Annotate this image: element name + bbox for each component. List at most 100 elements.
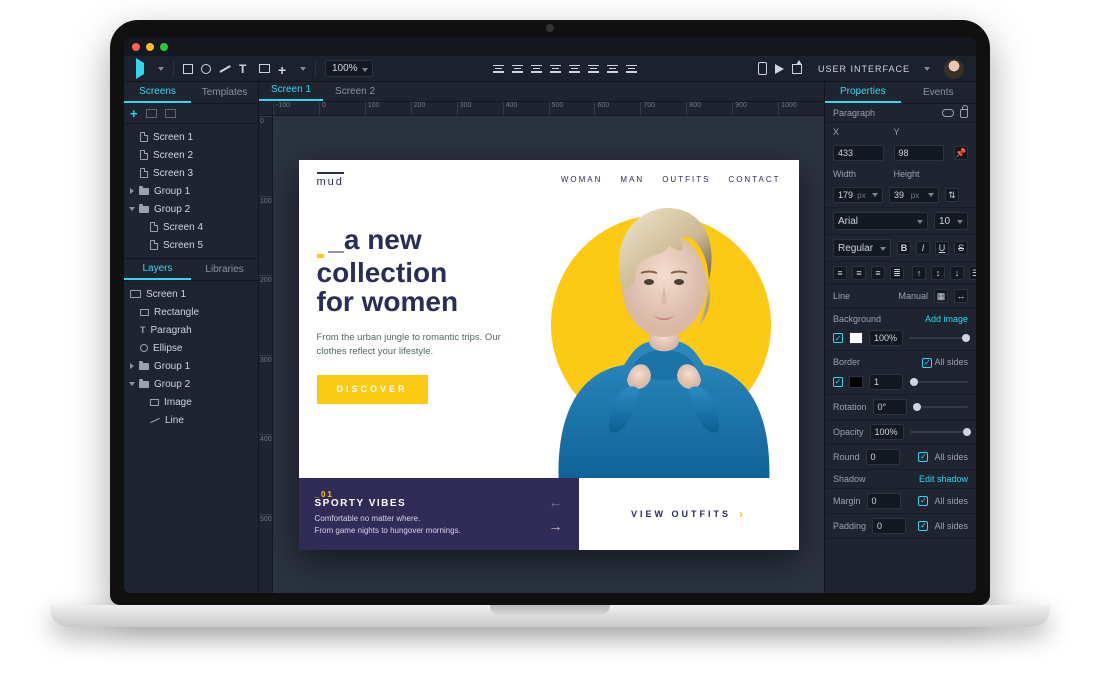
tab-events[interactable]: Events [901, 82, 977, 103]
font-size-select[interactable]: 10 [934, 212, 968, 230]
chevron-right-icon[interactable] [130, 363, 134, 369]
layer-item[interactable]: Line [124, 411, 258, 429]
layer-screen-root[interactable]: Screen 1 [124, 285, 258, 303]
y-input[interactable]: 98 [894, 145, 945, 161]
align-right-icon[interactable] [531, 64, 542, 74]
lock-icon[interactable] [960, 109, 968, 118]
chevron-down-icon[interactable] [129, 382, 135, 386]
zoom-select[interactable]: 100% [325, 60, 373, 77]
border-allsides-check[interactable]: ✓ [922, 358, 932, 368]
align-left-icon[interactable]: ≡ [833, 266, 847, 280]
image-tool-icon[interactable] [259, 64, 270, 73]
rotation-slider[interactable] [913, 406, 968, 408]
font-family-select[interactable]: Arial [833, 212, 928, 230]
bg-color-swatch[interactable] [849, 332, 863, 344]
padding-input[interactable]: 0 [872, 518, 906, 534]
bold-icon[interactable]: B [897, 241, 911, 255]
zoom-dot[interactable] [160, 43, 168, 51]
layer-group[interactable]: Group 1 [124, 357, 258, 375]
add-image-link[interactable]: Add image [925, 314, 968, 324]
align-right-icon[interactable]: ≡ [871, 266, 885, 280]
line-height-icon[interactable]: ▦ [934, 289, 948, 303]
ellipse-tool-icon[interactable] [201, 64, 211, 74]
border-width-input[interactable]: 1 [869, 374, 903, 390]
padding-allsides-check[interactable]: ✓ [918, 521, 928, 531]
tab-properties[interactable]: Properties [825, 82, 901, 103]
layer-group[interactable]: Group 2 [124, 375, 258, 393]
bg-opacity-input[interactable]: 100% [869, 330, 903, 346]
layer-item[interactable]: Rectangle [124, 303, 258, 321]
add-tool-icon[interactable]: + [278, 63, 290, 75]
edit-shadow-link[interactable]: Edit shadow [919, 474, 968, 484]
text-tool-icon[interactable]: T [239, 63, 251, 75]
layer-item[interactable]: Image [124, 393, 258, 411]
align-center-h-icon[interactable] [512, 64, 523, 74]
bg-opacity-slider[interactable] [909, 337, 968, 339]
align-center-icon[interactable]: ≡ [852, 266, 866, 280]
align-justify-icon[interactable]: ≣ [890, 266, 904, 280]
artboard[interactable]: mud WOMAN MAN OUTFITS CONTACT [299, 160, 799, 550]
line-tool-icon[interactable] [219, 65, 230, 72]
layer-item[interactable]: Ellipse [124, 339, 258, 357]
share-icon[interactable] [792, 64, 802, 74]
border-enable-check[interactable]: ✓ [833, 377, 843, 387]
letter-spacing-icon[interactable]: ↔ [954, 289, 968, 303]
tab-templates[interactable]: Templates [191, 82, 258, 103]
visibility-icon[interactable] [942, 109, 954, 117]
link-dimensions-icon[interactable]: ⇅ [945, 188, 959, 202]
opacity-input[interactable]: 100% [870, 424, 904, 440]
add-screen-icon[interactable]: + [130, 107, 138, 120]
font-weight-select[interactable]: Regular [833, 239, 891, 257]
close-dot[interactable] [132, 43, 140, 51]
screen-item[interactable]: Screen 5 [124, 236, 258, 254]
height-input[interactable]: 39px [889, 187, 939, 203]
rotation-input[interactable]: 0° [873, 399, 907, 415]
chevron-right-icon[interactable] [130, 188, 134, 194]
border-color-swatch[interactable] [849, 376, 863, 388]
user-avatar[interactable] [944, 59, 964, 79]
project-select[interactable]: USER INTERFACE [814, 64, 914, 74]
device-preview-icon[interactable] [758, 62, 767, 75]
valign-top-icon[interactable]: ↑ [912, 266, 926, 280]
round-allsides-check[interactable]: ✓ [918, 452, 928, 462]
distribute-h-icon[interactable] [607, 64, 618, 74]
x-input[interactable]: 433 [833, 145, 884, 161]
italic-icon[interactable]: I [916, 241, 930, 255]
underline-icon[interactable]: U [935, 241, 949, 255]
doc-tab-2[interactable]: Screen 2 [323, 82, 387, 101]
doc-tab-1[interactable]: Screen 1 [259, 80, 323, 101]
align-center-v-icon[interactable] [569, 64, 580, 74]
select-tool-icon[interactable] [136, 63, 148, 75]
duplicate-icon[interactable] [165, 109, 176, 118]
tab-libraries[interactable]: Libraries [191, 259, 258, 280]
screen-item[interactable]: Screen 4 [124, 218, 258, 236]
canvas-viewport[interactable]: mud WOMAN MAN OUTFITS CONTACT [273, 116, 824, 593]
margin-input[interactable]: 0 [867, 493, 901, 509]
tab-layers[interactable]: Layers [124, 259, 191, 280]
pin-icon[interactable]: 📌 [954, 146, 968, 160]
width-input[interactable]: 179px [833, 187, 883, 203]
tab-screens[interactable]: Screens [124, 82, 191, 103]
layer-item[interactable]: TParagrah [124, 321, 258, 339]
align-top-icon[interactable] [550, 64, 561, 74]
list-icon[interactable]: ☰ [969, 266, 976, 280]
play-icon[interactable] [775, 64, 784, 74]
bg-enable-check[interactable]: ✓ [833, 333, 843, 343]
strike-icon[interactable]: S [954, 241, 968, 255]
align-bottom-icon[interactable] [588, 64, 599, 74]
group-item[interactable]: Group 1 [124, 182, 258, 200]
screen-item[interactable]: Screen 1 [124, 128, 258, 146]
screen-item[interactable]: Screen 3 [124, 164, 258, 182]
chevron-down-icon[interactable] [129, 207, 135, 211]
minimize-dot[interactable] [146, 43, 154, 51]
align-left-icon[interactable] [493, 64, 504, 74]
group-item[interactable]: Group 2 [124, 200, 258, 218]
distribute-v-icon[interactable] [626, 64, 637, 74]
round-input[interactable]: 0 [866, 449, 900, 465]
screen-item[interactable]: Screen 2 [124, 146, 258, 164]
valign-mid-icon[interactable]: ↕ [931, 266, 945, 280]
rectangle-tool-icon[interactable] [183, 64, 193, 74]
thumbnail-icon[interactable] [146, 109, 157, 118]
valign-bot-icon[interactable]: ↓ [950, 266, 964, 280]
border-width-slider[interactable] [909, 381, 968, 383]
